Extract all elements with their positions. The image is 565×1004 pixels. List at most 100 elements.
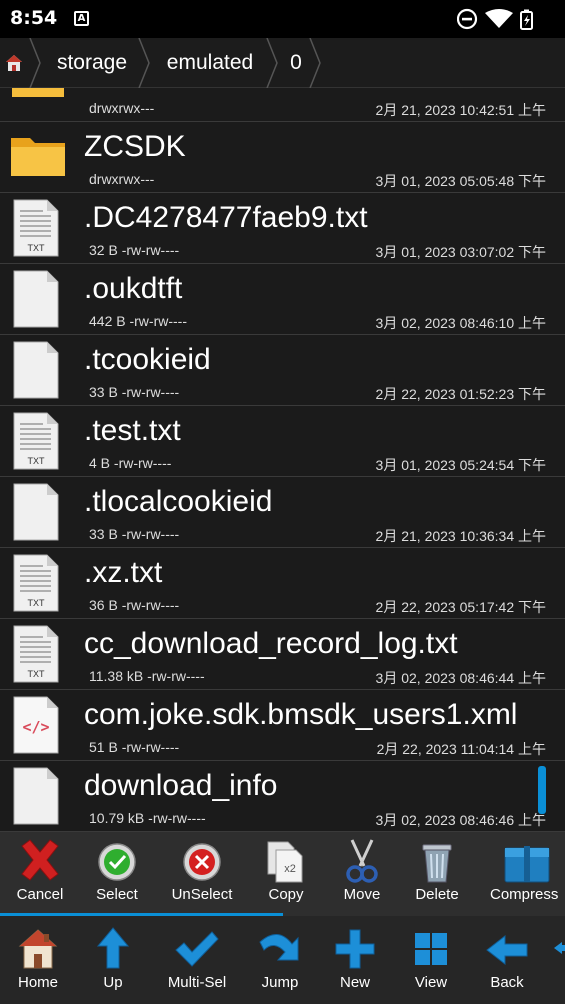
file-date: 3月 01, 2023 05:05:48 下午 bbox=[375, 173, 546, 189]
file-row[interactable]: TXT .DC4278477faeb9.txt 32 B -rw-rw---- … bbox=[0, 193, 565, 264]
copy-label: Copy bbox=[268, 886, 304, 903]
jump-label: Jump bbox=[261, 974, 299, 991]
file-name: .tlocalcookieid bbox=[84, 485, 273, 518]
file-name: .DC4278477faeb9.txt bbox=[84, 201, 368, 234]
file-badge: TXT bbox=[28, 669, 46, 679]
delete-button[interactable]: Delete bbox=[400, 832, 474, 916]
status-time: 8:54 bbox=[10, 7, 58, 29]
back-button[interactable]: Back bbox=[470, 916, 544, 1000]
file-date: 2月 21, 2023 10:42:51 上午 bbox=[375, 102, 546, 118]
xml-file-icon: </> bbox=[13, 696, 59, 754]
move-button[interactable]: Move bbox=[326, 832, 398, 916]
cancel-button[interactable]: Cancel bbox=[0, 832, 80, 916]
jump-icon bbox=[259, 934, 299, 961]
file-date: 3月 02, 2023 08:46:46 上午 bbox=[375, 812, 546, 828]
file-meta: 11.38 kB -rw-rw---- bbox=[89, 668, 205, 684]
copy-button[interactable]: x2 Copy bbox=[250, 832, 322, 916]
file-date: 2月 22, 2023 01:52:23 下午 bbox=[375, 386, 546, 402]
file-badge: </> bbox=[22, 718, 49, 736]
back-arrow-icon bbox=[486, 934, 528, 966]
file-meta: 33 B -rw-rw---- bbox=[89, 526, 180, 542]
home-label: Home bbox=[17, 974, 58, 991]
copy-badge: x2 bbox=[284, 863, 296, 875]
file-name: com.joke.sdk.bmsdk_users1.xml bbox=[84, 698, 518, 731]
grid-view-icon bbox=[415, 933, 447, 965]
breadcrumb-segment-emulated[interactable]: emulated bbox=[152, 38, 268, 88]
folder-icon bbox=[12, 88, 64, 97]
compress-button[interactable]: Compress bbox=[484, 832, 565, 916]
more-button[interactable] bbox=[554, 916, 565, 1000]
view-button[interactable]: View bbox=[394, 916, 468, 1000]
new-button[interactable]: New bbox=[318, 916, 392, 1000]
file-meta: 36 B -rw-rw---- bbox=[89, 597, 180, 613]
dnd-icon bbox=[457, 8, 478, 30]
compress-label: Compress bbox=[490, 886, 559, 903]
new-label: New bbox=[339, 974, 370, 991]
file-row[interactable]: ZCSDK drwxrwx--- 3月 01, 2023 05:05:48 下午 bbox=[0, 122, 565, 193]
home-button[interactable]: Home bbox=[0, 916, 76, 1000]
trash-icon bbox=[422, 844, 452, 883]
file-meta: 442 B -rw-rw---- bbox=[89, 313, 187, 329]
file-row[interactable]: drwxrwx--- 2月 21, 2023 10:42:51 上午 bbox=[0, 88, 565, 122]
file-meta: drwxrwx--- bbox=[89, 100, 155, 116]
back-label: Back bbox=[490, 974, 524, 991]
file-meta: 10.79 kB -rw-rw---- bbox=[89, 810, 206, 826]
file-date: 2月 21, 2023 10:36:34 上午 bbox=[375, 528, 546, 544]
home-icon bbox=[6, 55, 22, 71]
txt-file-icon: TXT bbox=[13, 625, 59, 683]
file-name: .tcookieid bbox=[84, 343, 211, 376]
unselect-icon bbox=[183, 843, 221, 881]
txt-file-icon: TXT bbox=[13, 412, 59, 470]
file-name: .xz.txt bbox=[84, 556, 163, 589]
txt-file-icon: TXT bbox=[13, 554, 59, 612]
up-label: Up bbox=[103, 974, 123, 991]
breadcrumb-separator bbox=[138, 38, 150, 88]
file-meta: 32 B -rw-rw---- bbox=[89, 242, 180, 258]
blank-file-icon bbox=[13, 341, 59, 399]
up-button[interactable]: Up bbox=[76, 916, 150, 1000]
select-button[interactable]: Select bbox=[80, 832, 154, 916]
multisel-label: Multi-Sel bbox=[167, 974, 227, 991]
move-label: Move bbox=[343, 886, 381, 903]
file-row[interactable]: .oukdtft 442 B -rw-rw---- 3月 02, 2023 08… bbox=[0, 264, 565, 335]
file-badge: TXT bbox=[28, 243, 46, 253]
status-bar: 8:54 A bbox=[0, 0, 565, 38]
file-name: .test.txt bbox=[84, 414, 181, 447]
file-row[interactable]: download_info 10.79 kB -rw-rw---- 3月 02,… bbox=[0, 761, 565, 832]
plus-icon bbox=[335, 929, 375, 969]
file-name: ZCSDK bbox=[84, 130, 186, 163]
file-row[interactable]: .tcookieid 33 B -rw-rw---- 2月 22, 2023 0… bbox=[0, 335, 565, 406]
breadcrumb-home[interactable] bbox=[0, 38, 28, 88]
txt-file-icon: TXT bbox=[13, 199, 59, 257]
breadcrumb-segment-storage[interactable]: storage bbox=[44, 38, 140, 88]
delete-label: Delete bbox=[415, 886, 459, 903]
unselect-label: UnSelect bbox=[171, 886, 233, 903]
breadcrumb-separator bbox=[266, 38, 278, 88]
scrollbar-thumb[interactable] bbox=[538, 766, 546, 814]
file-row[interactable]: TXT cc_download_record_log.txt 11.38 kB … bbox=[0, 619, 565, 690]
file-row[interactable]: TXT .test.txt 4 B -rw-rw---- 3月 01, 2023… bbox=[0, 406, 565, 477]
file-meta: 4 B -rw-rw---- bbox=[89, 455, 172, 471]
file-row[interactable]: .tlocalcookieid 33 B -rw-rw---- 2月 21, 2… bbox=[0, 477, 565, 548]
jump-button[interactable]: Jump bbox=[240, 916, 320, 1000]
unselect-button[interactable]: UnSelect bbox=[160, 832, 244, 916]
breadcrumb-separator bbox=[309, 38, 321, 88]
action-toolbar: Cancel Select UnSelect x2 Copy Move Dele… bbox=[0, 832, 565, 916]
file-row[interactable]: TXT .xz.txt 36 B -rw-rw---- 2月 22, 2023 … bbox=[0, 548, 565, 619]
file-badge: TXT bbox=[28, 456, 46, 466]
breadcrumb-separator bbox=[29, 38, 41, 88]
scissors-icon bbox=[346, 839, 378, 883]
a-icon: A bbox=[74, 11, 89, 26]
blank-file-icon bbox=[13, 483, 59, 541]
blank-file-icon bbox=[13, 767, 59, 825]
multisel-button[interactable]: Multi-Sel bbox=[158, 916, 236, 1000]
file-list[interactable]: drwxrwx--- 2月 21, 2023 10:42:51 上午 ZCSDK… bbox=[0, 88, 565, 832]
file-meta: 51 B -rw-rw---- bbox=[89, 739, 180, 755]
file-date: 2月 22, 2023 05:17:42 下午 bbox=[375, 599, 546, 615]
file-name: .oukdtft bbox=[84, 272, 183, 305]
file-row[interactable]: </> com.joke.sdk.bmsdk_users1.xml 51 B -… bbox=[0, 690, 565, 761]
file-date: 3月 02, 2023 08:46:44 上午 bbox=[375, 670, 546, 686]
compress-icon bbox=[504, 846, 550, 883]
select-icon bbox=[98, 843, 136, 881]
file-date: 2月 22, 2023 11:04:14 上午 bbox=[376, 741, 546, 757]
